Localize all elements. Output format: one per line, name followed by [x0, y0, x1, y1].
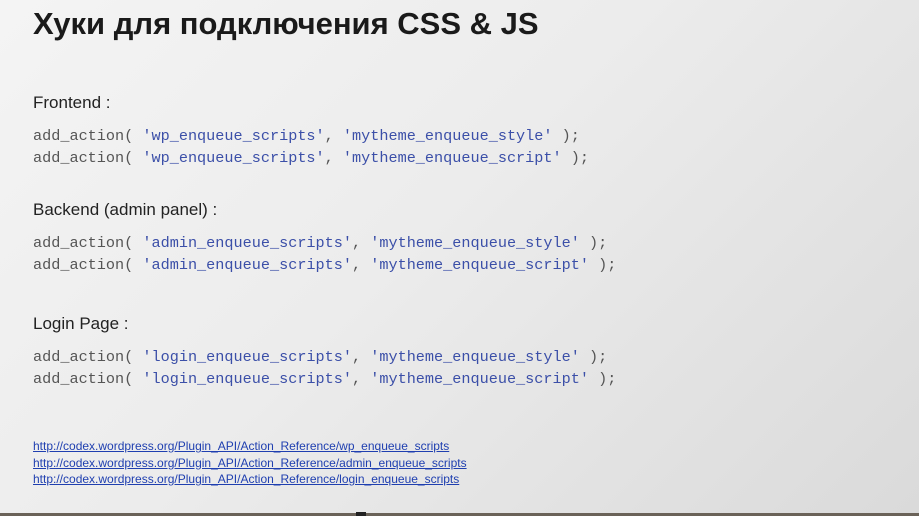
slide-title: Хуки для подключения CSS & JS [33, 6, 539, 41]
progress-marker [356, 512, 366, 516]
link-wp-enqueue-scripts[interactable]: http://codex.wordpress.org/Plugin_API/Ac… [33, 438, 467, 455]
link-login-enqueue-scripts[interactable]: http://codex.wordpress.org/Plugin_API/Ac… [33, 471, 467, 488]
reference-links: http://codex.wordpress.org/Plugin_API/Ac… [33, 438, 467, 488]
code-line: add_action( 'login_enqueue_scripts', 'my… [33, 370, 617, 388]
code-line: add_action( 'admin_enqueue_scripts', 'my… [33, 234, 608, 252]
code-line: add_action( 'admin_enqueue_scripts', 'my… [33, 256, 617, 274]
code-line: add_action( 'login_enqueue_scripts', 'my… [33, 348, 608, 366]
presentation-slide: Хуки для подключения CSS & JS Frontend :… [0, 0, 919, 513]
code-line: add_action( 'wp_enqueue_scripts', 'mythe… [33, 149, 589, 167]
link-admin-enqueue-scripts[interactable]: http://codex.wordpress.org/Plugin_API/Ac… [33, 455, 467, 472]
section-heading-backend: Backend (admin panel) : [33, 200, 218, 219]
code-line: add_action( 'wp_enqueue_scripts', 'mythe… [33, 127, 580, 145]
section-heading-frontend: Frontend : [33, 93, 111, 112]
section-heading-login: Login Page : [33, 314, 129, 333]
